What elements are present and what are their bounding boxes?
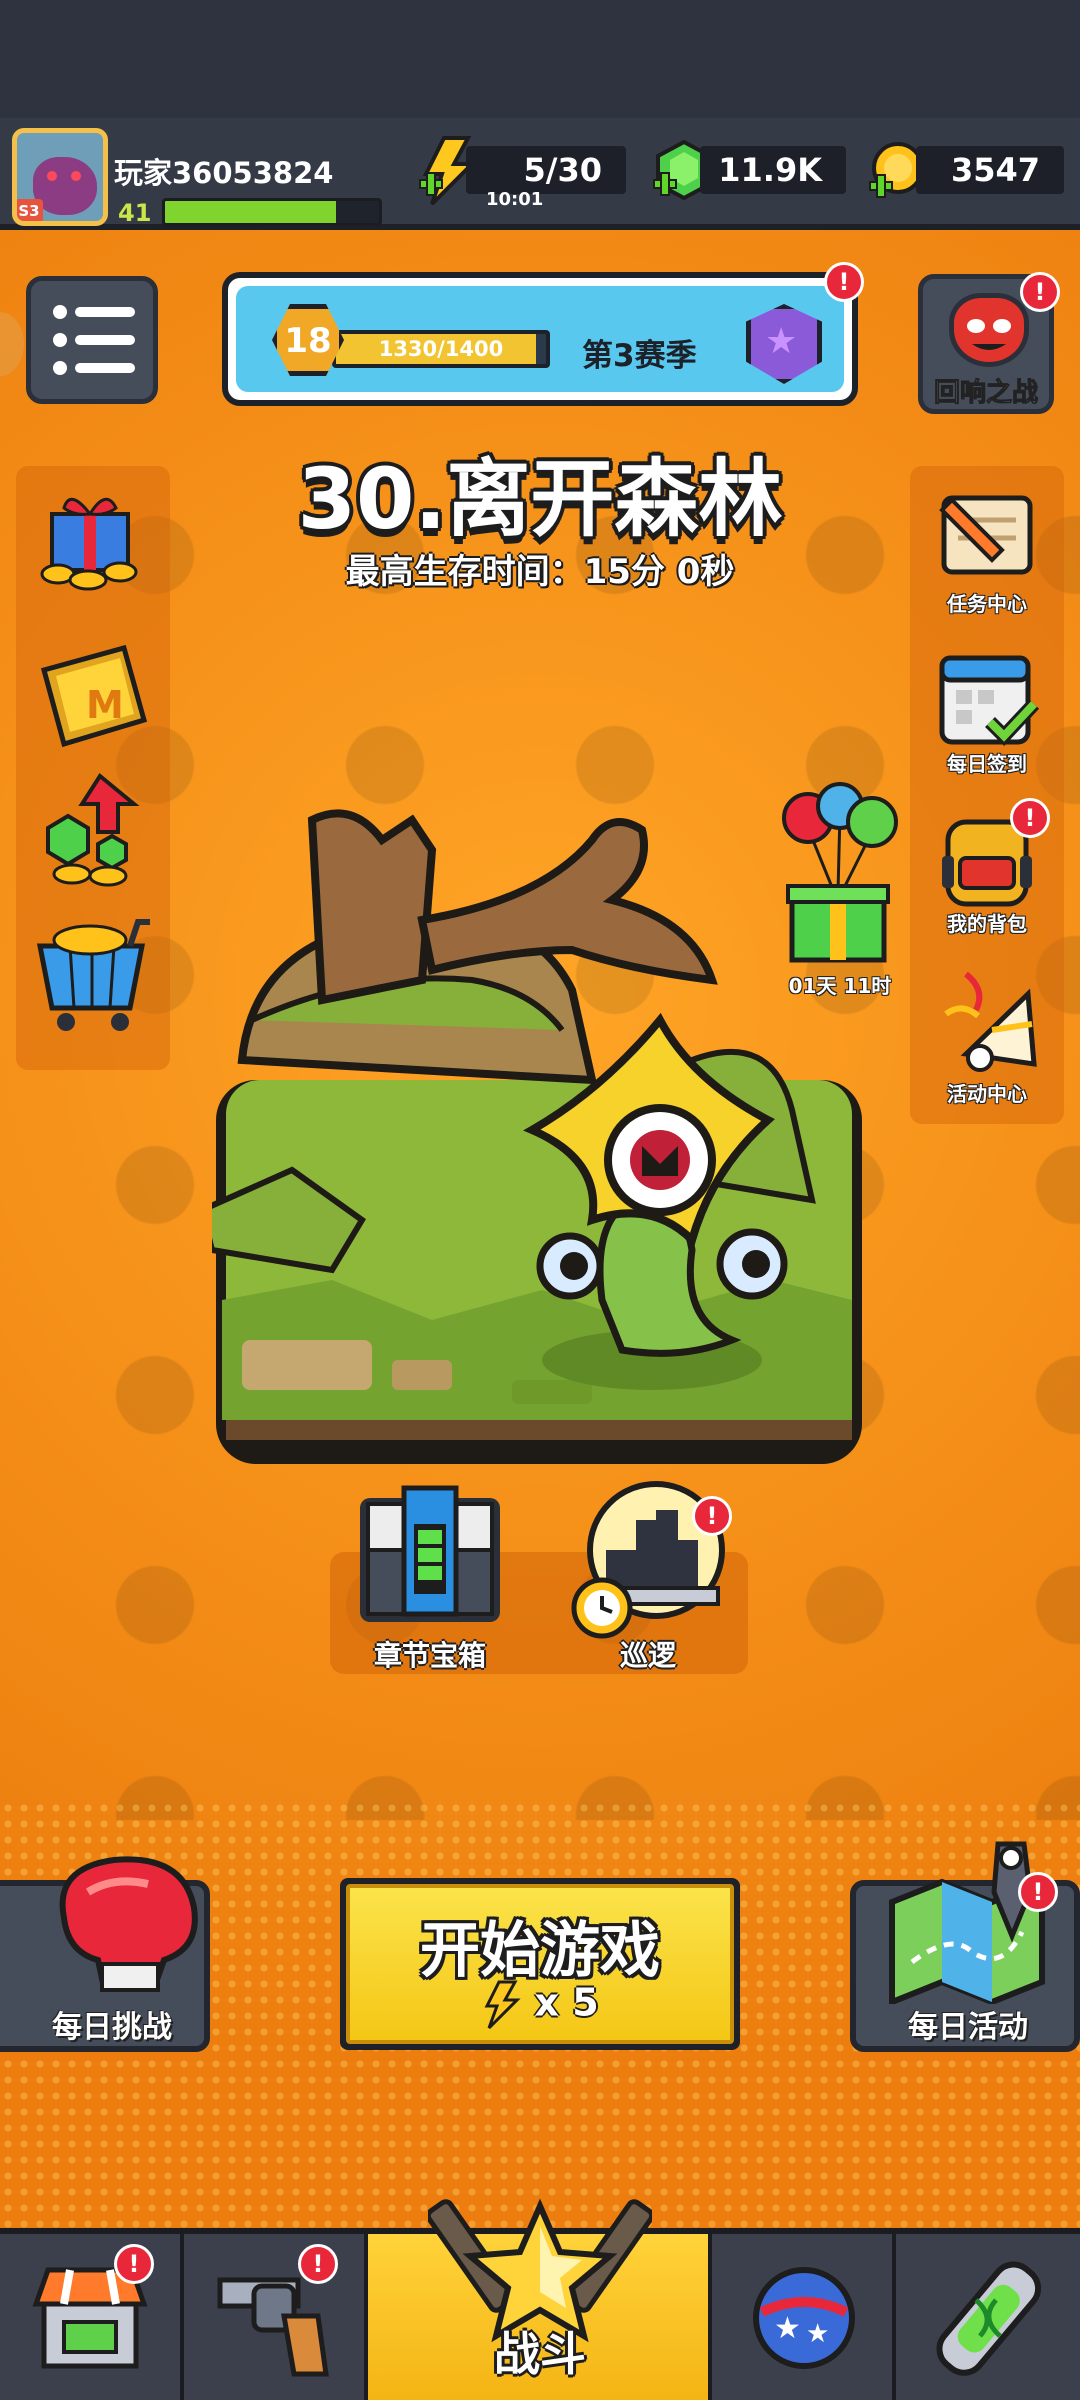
- patrol-label: 巡逻: [619, 1639, 676, 1672]
- menu-line: [75, 335, 135, 345]
- gift-timer: 01天 11时: [788, 974, 892, 998]
- season-progress-text: 1330/1400: [378, 337, 504, 361]
- svg-text:M: M: [86, 683, 124, 727]
- status-bar-area: [0, 0, 1080, 118]
- balloon-gift-icon[interactable]: [778, 782, 902, 972]
- daily-activity-alert-badge: !: [1018, 1872, 1058, 1912]
- chapter-chest-label: 章节宝箱: [373, 1639, 486, 1672]
- patrol-alert-badge: !: [692, 1496, 732, 1536]
- m-card-icon[interactable]: M: [34, 640, 154, 752]
- party-horn-icon[interactable]: [936, 954, 1042, 1072]
- player-name: 玩家36053824: [114, 156, 334, 190]
- player-level: 41: [118, 199, 152, 227]
- gem-upgrade-icon[interactable]: [38, 770, 150, 888]
- start-game-cost: x 5: [350, 1980, 730, 2030]
- backpack-alert-badge: !: [1010, 798, 1050, 838]
- start-game-button[interactable]: 开始游戏 x 5: [340, 1878, 740, 2050]
- svg-text:★: ★: [806, 2319, 829, 2349]
- season-progress-bar: 1330/1400: [332, 330, 550, 368]
- avatar[interactable]: S3: [12, 128, 108, 226]
- start-game-label: 开始游戏: [420, 1916, 660, 1986]
- xp-bar-fill: [165, 201, 337, 223]
- xp-bar: [162, 198, 382, 226]
- gift-box-icon[interactable]: [34, 484, 150, 592]
- shopping-cart-icon[interactable]: [30, 906, 154, 1036]
- season-alert-badge: !: [824, 262, 864, 302]
- menu-dot: [53, 333, 67, 347]
- lightning-icon: [484, 1980, 521, 2030]
- season-panel[interactable]: 1330/1400 18 第3赛季 ★: [222, 272, 858, 406]
- avatar-eye: [71, 171, 81, 181]
- boxing-glove-icon: [59, 1856, 198, 1992]
- nav-tab-evolution[interactable]: [896, 2234, 1080, 2400]
- svg-text:★: ★: [774, 2311, 801, 2346]
- stage-forest-illustration[interactable]: [212, 780, 868, 1464]
- weapons-alert-badge: !: [298, 2244, 338, 2284]
- daily-checkin-label: 每日签到: [947, 752, 1027, 776]
- scroll-quill-icon[interactable]: [932, 486, 1042, 588]
- season-title: 第3赛季: [582, 338, 697, 374]
- menu-dot: [53, 361, 67, 375]
- red-demon-icon: [949, 293, 1029, 367]
- star-icon: ★: [765, 321, 798, 362]
- daily-activity-label: 每日活动: [908, 2010, 1028, 2045]
- menu-line: [75, 363, 135, 373]
- start-game-button-face: 开始游戏 x 5: [346, 1884, 734, 2044]
- treasure-map-icon: [889, 1841, 1045, 2004]
- energy-counter: 5/30: [466, 146, 626, 194]
- energy-timer: 10:01: [486, 189, 544, 210]
- gem-counter: 11.9K: [700, 146, 846, 194]
- start-game-cost-value: x 5: [534, 1980, 599, 2025]
- avatar-eye: [47, 171, 57, 181]
- chest-icon[interactable]: [354, 1484, 506, 1628]
- dna-capsule-icon: [936, 2261, 1042, 2376]
- echo-battle-label: 回响之战: [933, 378, 1038, 409]
- event-center-label: 活动中心: [947, 1082, 1027, 1106]
- menu-dot: [53, 305, 67, 319]
- coin-counter: 3547: [916, 146, 1064, 194]
- menu-button[interactable]: [26, 276, 158, 404]
- season-panel-inner: 1330/1400 18 第3赛季 ★: [236, 286, 844, 392]
- shop-alert-badge: !: [114, 2244, 154, 2284]
- menu-line: [75, 307, 135, 317]
- my-backpack-label: 我的背包: [947, 912, 1027, 936]
- orb-icon: ★ ★: [753, 2267, 855, 2369]
- season-emblem-icon: ★: [746, 304, 822, 384]
- nav-tab-talents[interactable]: ★ ★: [712, 2234, 896, 2400]
- calendar-check-icon[interactable]: [934, 648, 1040, 752]
- daily-challenge-label: 每日挑战: [52, 2010, 172, 2045]
- echo-battle-alert-badge: !: [1020, 272, 1060, 312]
- avatar-badge: S3: [17, 199, 43, 221]
- task-center-label: 任务中心: [947, 592, 1027, 616]
